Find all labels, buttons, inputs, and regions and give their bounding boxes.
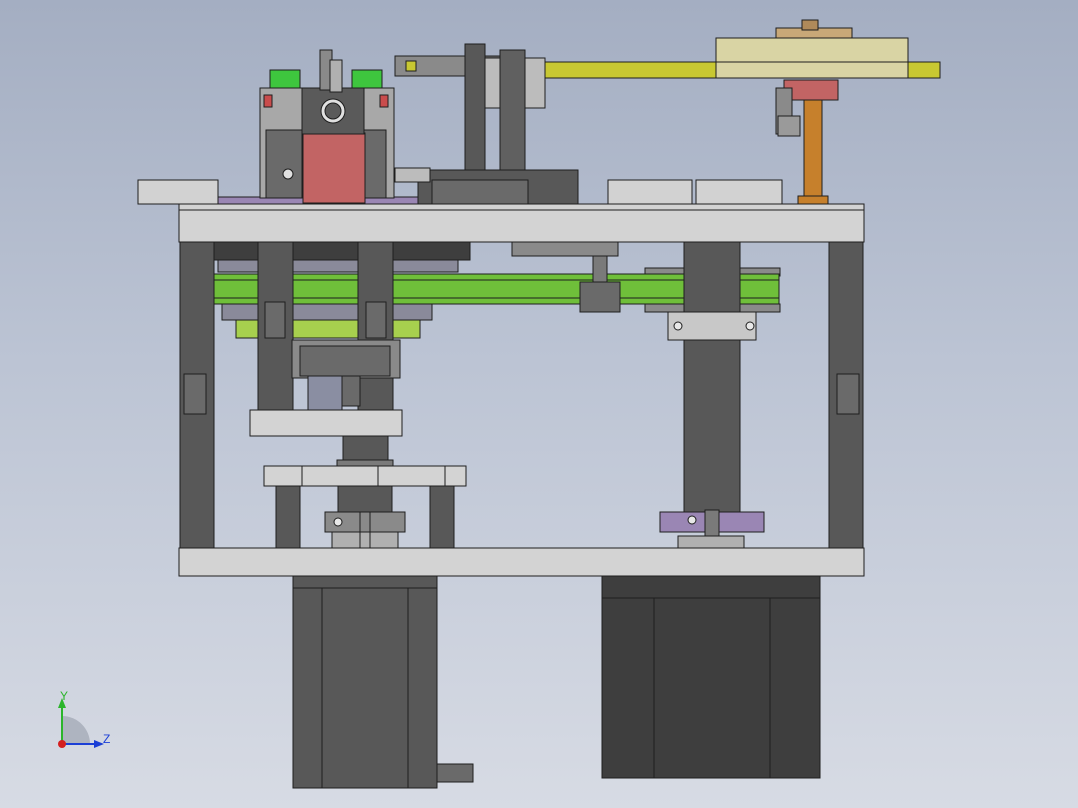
base-plate [178,547,865,577]
green-connector-left [269,69,301,89]
pulley-hub [801,19,819,31]
left-motor-body [292,587,438,789]
mechanism-model[interactable] [0,0,1078,808]
left-pulley-lower [221,303,433,321]
lower-table-leg-left [275,485,301,549]
red-block [302,132,366,204]
left-motor-shaft-stub [436,763,474,783]
tensioner-roller [579,281,621,313]
left-shaft-block [307,375,343,411]
left-motor-flange [292,575,438,589]
mid-slide-plate [249,409,403,437]
right-main-shaft [683,241,741,313]
copper-shaft-base [797,195,829,205]
left-pulley-ring [217,259,459,273]
lower-table [263,465,467,487]
green-connector-right [351,69,383,89]
axis-z-label: Z [103,732,111,746]
large-pulley [715,37,909,79]
right-motor-body [601,597,821,779]
top-right-block-1 [607,179,693,205]
axis-y-label: Y [60,689,69,703]
top-left-block [137,179,219,205]
cad-viewport[interactable]: Y Z [0,0,1078,808]
top-right-block-2 [695,179,783,205]
sensor-head [777,115,801,137]
gripper-column-left [265,129,303,199]
tensioner-bracket [511,241,619,257]
left-pulley-upper [213,241,471,261]
tensioner-rod [592,255,608,283]
lower-table-leg-right [429,485,455,549]
copper-shaft [803,99,823,201]
right-motor-flange [601,575,821,599]
gripper-column-right [363,129,387,199]
